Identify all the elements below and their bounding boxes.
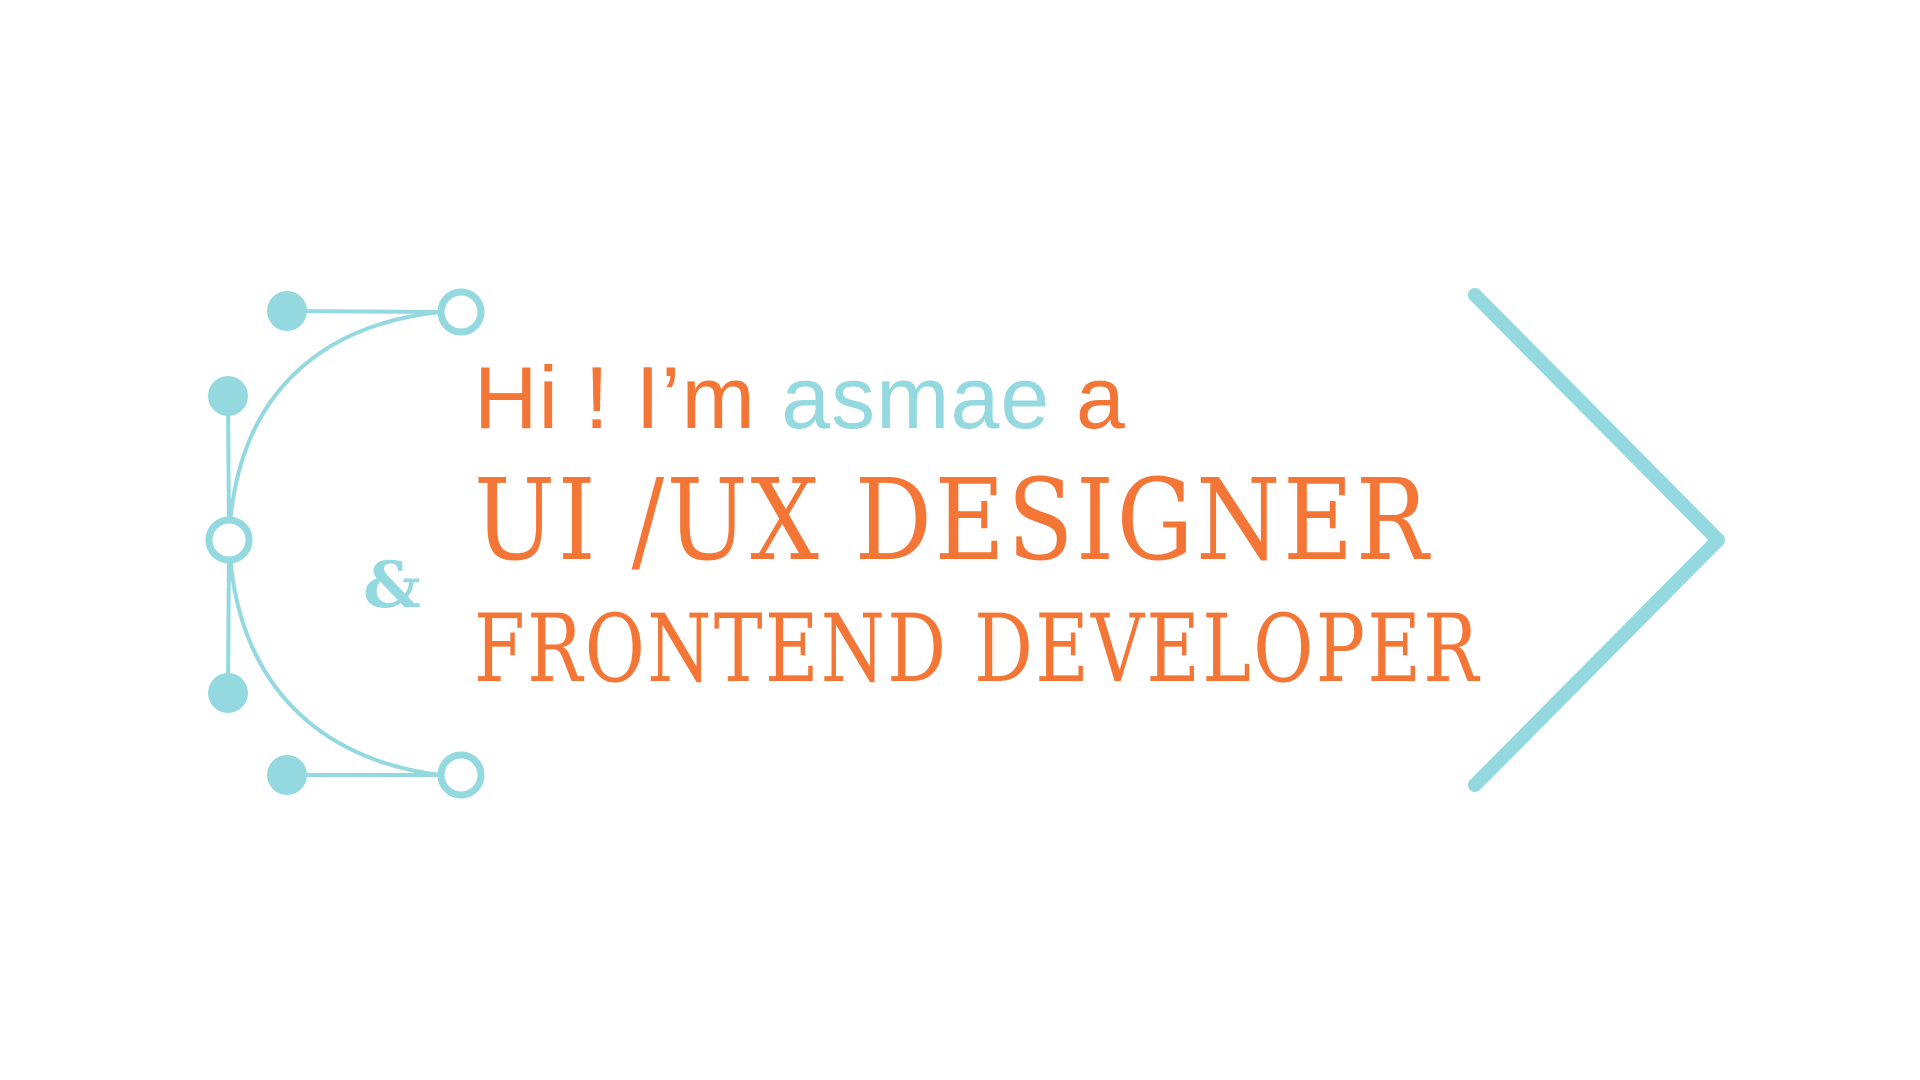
top-anchor-point <box>437 288 485 336</box>
bottom-filled-handle-dot <box>267 755 307 795</box>
role-secondary: FRONTEND DEVELOPER <box>474 595 1481 704</box>
lower-filled-handle-dot <box>208 673 248 713</box>
chevron-right-icon <box>1468 288 1725 792</box>
greeting-line: Hi ! I’m asmae a <box>474 354 1126 442</box>
top-handle-line <box>285 309 442 314</box>
greeting-name: asmae <box>781 348 1051 447</box>
bezier-curve-icon <box>205 288 485 799</box>
greeting-intro: Hi ! I’m <box>474 348 756 447</box>
bottom-anchor-point <box>437 751 485 799</box>
bezier-path <box>226 310 442 777</box>
hero-banner: Hi ! I’m asmae a UI /UX DESIGNER & FRONT… <box>0 0 1920 1080</box>
greeting-article: a <box>1075 348 1126 447</box>
upper-filled-handle-dot <box>208 376 248 416</box>
ampersand-symbol: & <box>363 548 421 623</box>
role-primary: UI /UX DESIGNER <box>474 456 1431 586</box>
middle-anchor-point <box>205 516 253 564</box>
top-filled-handle-dot <box>267 291 307 331</box>
